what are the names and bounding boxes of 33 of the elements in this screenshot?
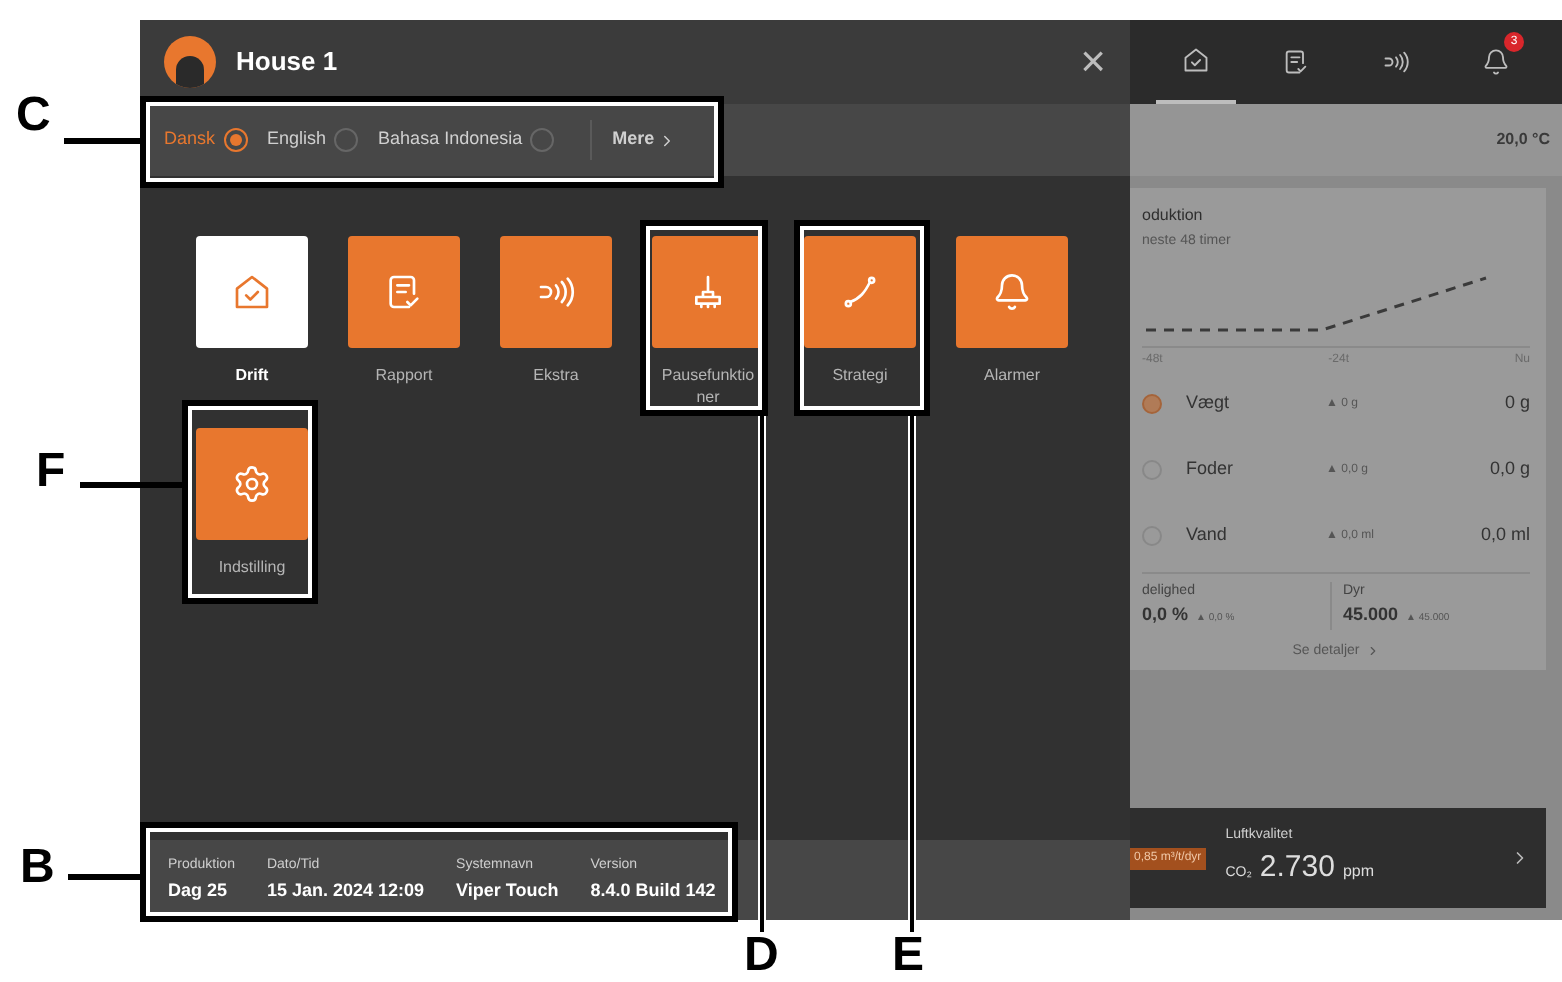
status-value: Dag 25 xyxy=(168,877,230,904)
document-check-icon xyxy=(1282,48,1310,76)
language-option[interactable]: English xyxy=(267,126,359,154)
more-button[interactable]: Mere xyxy=(612,126,677,154)
house-check-icon xyxy=(232,272,272,312)
document-check-icon xyxy=(384,272,424,312)
close-button[interactable]: × xyxy=(1080,40,1106,84)
chevron-right-icon xyxy=(1365,644,1380,659)
callout-letter: C xyxy=(16,92,51,140)
bell-icon xyxy=(1482,48,1510,76)
callout-letter: E xyxy=(892,932,925,980)
leader-line xyxy=(80,482,182,488)
status-value: Viper Touch xyxy=(456,877,559,904)
callout-letter: F xyxy=(36,448,66,496)
radio-button[interactable] xyxy=(1142,394,1162,414)
language-option[interactable]: Bahasa Indonesia xyxy=(378,126,555,154)
curve-line-icon xyxy=(840,272,880,312)
card-title: oduktion xyxy=(1142,204,1205,228)
gear-icon xyxy=(232,464,272,504)
signal-waves-icon xyxy=(536,272,576,312)
status-value: 8.4.0 Build 142 xyxy=(590,877,716,903)
bell-icon xyxy=(992,272,1032,312)
callout-letter: D xyxy=(744,932,779,980)
leader-line xyxy=(64,138,140,144)
status-value: 15 Jan. 2024 12:09 xyxy=(266,877,425,903)
language-option[interactable]: Dansk xyxy=(164,126,248,154)
temperature-reading: 20,0 °C xyxy=(1496,128,1550,152)
signal-waves-icon xyxy=(1382,48,1410,76)
leader-line xyxy=(68,874,140,880)
avatar-icon xyxy=(164,36,216,88)
house-check-icon xyxy=(1182,46,1210,74)
window-title: House 1 xyxy=(236,44,338,81)
callout-letter: B xyxy=(20,844,55,892)
